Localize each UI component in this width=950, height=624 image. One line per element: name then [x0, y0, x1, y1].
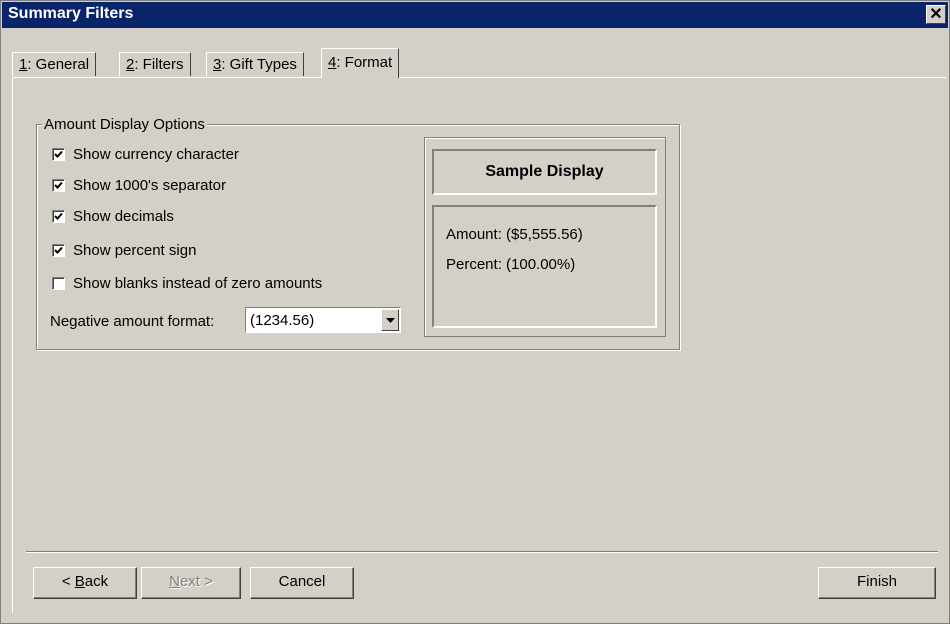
next-button[interactable]: Next > — [141, 567, 241, 599]
close-icon: ✕ — [929, 6, 943, 23]
checkmark-icon — [54, 150, 63, 158]
tab-filters[interactable]: 2: Filters — [119, 52, 191, 76]
close-button[interactable]: ✕ — [926, 5, 946, 24]
checkbox-box[interactable] — [52, 179, 65, 192]
cancel-button[interactable]: Cancel — [250, 567, 354, 599]
chevron-down-icon — [386, 318, 395, 323]
window-title: Summary Filters — [8, 5, 134, 22]
checkmark-icon — [54, 246, 63, 254]
checkmark-icon — [54, 212, 63, 220]
checkbox-box[interactable] — [52, 210, 65, 223]
tab-gift-types[interactable]: 3: Gift Types — [206, 52, 304, 76]
tab-format[interactable]: 4: Format — [321, 48, 400, 78]
dropdown-button[interactable] — [381, 309, 399, 331]
checkbox-box[interactable] — [52, 277, 65, 290]
sample-percent: Percent: (100.00%) — [446, 256, 576, 273]
button-separator — [26, 551, 938, 553]
show-blanks-checkbox[interactable]: Show blanks instead of zero amounts — [52, 275, 322, 292]
show-separator-checkbox[interactable]: Show 1000's separator — [52, 177, 226, 194]
group-label: Amount Display Options — [42, 116, 207, 133]
negative-format-label: Negative amount format: — [50, 313, 215, 330]
checkbox-box[interactable] — [52, 148, 65, 161]
back-button[interactable]: < Back — [33, 567, 137, 599]
tab-general[interactable]: 1: General — [12, 52, 97, 76]
show-currency-checkbox[interactable]: Show currency character — [52, 146, 239, 163]
checkbox-box[interactable] — [52, 244, 65, 257]
title-bar[interactable]: Summary Filters ✕ — [2, 2, 948, 28]
negative-format-value: (1234.56) — [250, 312, 315, 329]
checkmark-icon — [54, 181, 63, 189]
show-decimals-checkbox[interactable]: Show decimals — [52, 208, 174, 225]
sample-amount: Amount: ($5,555.56) — [446, 226, 583, 243]
show-percent-checkbox[interactable]: Show percent sign — [52, 242, 196, 259]
negative-format-select[interactable]: (1234.56) — [245, 307, 401, 333]
sample-display-title: Sample Display — [432, 149, 657, 195]
finish-button[interactable]: Finish — [818, 567, 936, 599]
